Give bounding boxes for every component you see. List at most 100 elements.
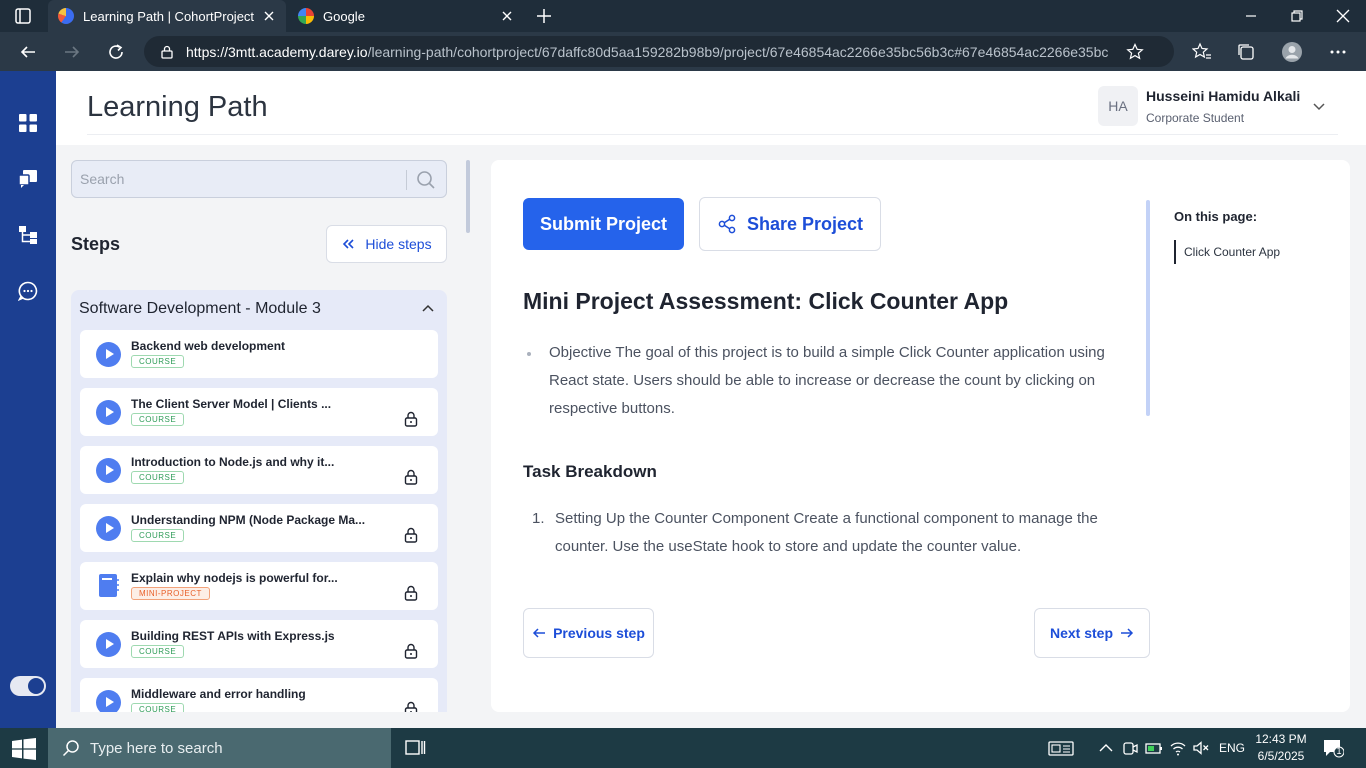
step-item[interactable]: Backend web development COURSE bbox=[80, 330, 438, 378]
notification-center[interactable]: 1 bbox=[1322, 738, 1344, 758]
tab-title: Learning Path | CohortProject | D bbox=[83, 8, 256, 24]
step-title: Understanding NPM (Node Package Ma... bbox=[131, 513, 366, 527]
step-item[interactable]: Understanding NPM (Node Package Ma... CO… bbox=[80, 504, 438, 552]
taskbar-clock[interactable]: 12:43 PM 6/5/2025 bbox=[1255, 731, 1307, 765]
task-text: Setting Up the Counter Component Create … bbox=[555, 510, 1098, 555]
tab-learning-path[interactable]: Learning Path | CohortProject | D bbox=[48, 0, 286, 32]
module-title[interactable]: Software Development - Module 3 bbox=[79, 300, 321, 318]
close-tab-icon[interactable] bbox=[500, 9, 514, 23]
toc-item-click-counter[interactable]: Click Counter App bbox=[1184, 245, 1280, 259]
dashboard-icon[interactable] bbox=[18, 113, 38, 133]
search-icon[interactable] bbox=[416, 170, 436, 190]
page-title: Learning Path bbox=[87, 91, 268, 123]
keyboard-icon[interactable] bbox=[1048, 739, 1074, 757]
tab-actions-icon[interactable] bbox=[12, 7, 34, 25]
back-arrow-icon bbox=[20, 46, 35, 58]
url-path: /learning-path/cohortproject/67daffc80d5… bbox=[367, 43, 1108, 60]
project-content-card: Submit Project Share Project Mini Projec… bbox=[491, 160, 1350, 712]
previous-step-button[interactable]: Previous step bbox=[523, 608, 654, 658]
favorite-star-icon[interactable] bbox=[1125, 42, 1144, 61]
hide-steps-button[interactable]: Hide steps bbox=[326, 225, 447, 263]
refresh-button[interactable] bbox=[104, 40, 128, 64]
play-icon bbox=[96, 516, 121, 541]
refresh-icon bbox=[109, 44, 123, 59]
courses-icon[interactable] bbox=[18, 169, 38, 189]
step-item[interactable]: Building REST APIs with Express.js COURS… bbox=[80, 620, 438, 668]
double-chevron-left-icon bbox=[343, 239, 354, 249]
restore-icon bbox=[1291, 10, 1303, 22]
collections-icon bbox=[1238, 44, 1254, 60]
language-indicator[interactable]: ENG bbox=[1219, 741, 1245, 755]
step-title: Explain why nodejs is powerful for... bbox=[131, 571, 338, 585]
share-icon bbox=[718, 214, 736, 234]
sidebar-scrollbar[interactable] bbox=[466, 160, 470, 233]
next-step-button[interactable]: Next step bbox=[1034, 608, 1150, 658]
mini-project-badge: MINI-PROJECT bbox=[131, 587, 210, 600]
volume-muted-icon[interactable] bbox=[1192, 739, 1210, 757]
course-badge: COURSE bbox=[131, 703, 185, 712]
profile-button[interactable] bbox=[1280, 40, 1304, 64]
url-field[interactable]: https://3mtt.academy.darey.io /learning-… bbox=[144, 36, 1174, 67]
lock-icon bbox=[404, 469, 418, 485]
notebook-icon bbox=[99, 574, 119, 597]
google-icon bbox=[298, 8, 314, 24]
search-box bbox=[71, 160, 447, 198]
forward-button[interactable] bbox=[60, 40, 84, 64]
step-title: Building REST APIs with Express.js bbox=[131, 629, 335, 643]
new-tab-icon[interactable] bbox=[534, 6, 554, 26]
step-title: The Client Server Model | Clients ... bbox=[131, 397, 332, 411]
notification-count: 1 bbox=[1336, 746, 1342, 756]
step-item[interactable]: Explain why nodejs is powerful for... MI… bbox=[80, 562, 438, 610]
taskbar-search-placeholder: Type here to search bbox=[90, 739, 223, 757]
step-item[interactable]: Middleware and error handling COURSE bbox=[80, 678, 438, 712]
course-badge: COURSE bbox=[131, 355, 185, 368]
close-tab-icon[interactable] bbox=[262, 9, 276, 23]
content-scrollbar[interactable] bbox=[1146, 200, 1150, 416]
user-name: Husseini Hamidu Alkali bbox=[1146, 88, 1301, 104]
bullet-dot bbox=[527, 352, 531, 356]
project-title: Mini Project Assessment: Click Counter A… bbox=[523, 288, 1009, 314]
app-nav-rail bbox=[0, 71, 56, 728]
arrow-right-icon bbox=[1121, 628, 1134, 638]
collections-button[interactable] bbox=[1234, 40, 1258, 64]
close-window-button[interactable] bbox=[1320, 0, 1366, 32]
taskbar-search[interactable]: Type here to search bbox=[48, 728, 391, 768]
share-project-label: Share Project bbox=[746, 213, 864, 234]
task-view-icon[interactable] bbox=[404, 738, 426, 758]
course-badge: COURSE bbox=[131, 413, 185, 426]
course-badge: COURSE bbox=[131, 645, 185, 658]
theme-toggle[interactable] bbox=[10, 676, 46, 696]
favorites-icon bbox=[1192, 42, 1211, 59]
step-item[interactable]: Introduction to Node.js and why it... CO… bbox=[80, 446, 438, 494]
settings-menu-button[interactable] bbox=[1326, 40, 1350, 64]
module-section: Software Development - Module 3 Backend … bbox=[71, 290, 447, 712]
favorites-button[interactable] bbox=[1190, 40, 1214, 64]
meet-now-icon[interactable] bbox=[1121, 739, 1139, 757]
forward-arrow-icon bbox=[65, 46, 80, 58]
chat-icon[interactable] bbox=[18, 281, 38, 301]
share-project-button[interactable]: Share Project bbox=[699, 197, 881, 251]
battery-icon[interactable] bbox=[1145, 739, 1163, 757]
user-role: Corporate Student bbox=[1146, 111, 1245, 125]
header-divider bbox=[87, 134, 1338, 135]
avatar[interactable]: HA bbox=[1098, 86, 1138, 126]
chevron-up-icon[interactable] bbox=[421, 302, 435, 316]
chevron-down-icon[interactable] bbox=[1312, 99, 1326, 113]
submit-project-button[interactable]: Submit Project bbox=[523, 198, 684, 250]
windows-taskbar: Type here to search ENG 12:43 PM 6/5/202… bbox=[0, 728, 1366, 768]
back-button[interactable] bbox=[16, 40, 40, 64]
hide-steps-label: Hide steps bbox=[365, 236, 432, 252]
tab-google[interactable]: Google bbox=[288, 0, 524, 32]
arrow-left-icon bbox=[533, 628, 546, 638]
search-input[interactable] bbox=[80, 169, 400, 189]
chevron-up-icon[interactable] bbox=[1097, 739, 1115, 757]
clock-time: 12:43 PM bbox=[1255, 732, 1307, 746]
learning-path-icon[interactable] bbox=[18, 225, 38, 245]
minimize-button[interactable] bbox=[1228, 0, 1274, 32]
lock-icon bbox=[161, 45, 173, 59]
step-item[interactable]: The Client Server Model | Clients ... CO… bbox=[80, 388, 438, 436]
wifi-icon[interactable] bbox=[1169, 739, 1187, 757]
restore-button[interactable] bbox=[1274, 0, 1320, 32]
search-divider bbox=[406, 170, 407, 190]
windows-start-icon[interactable] bbox=[12, 738, 36, 760]
